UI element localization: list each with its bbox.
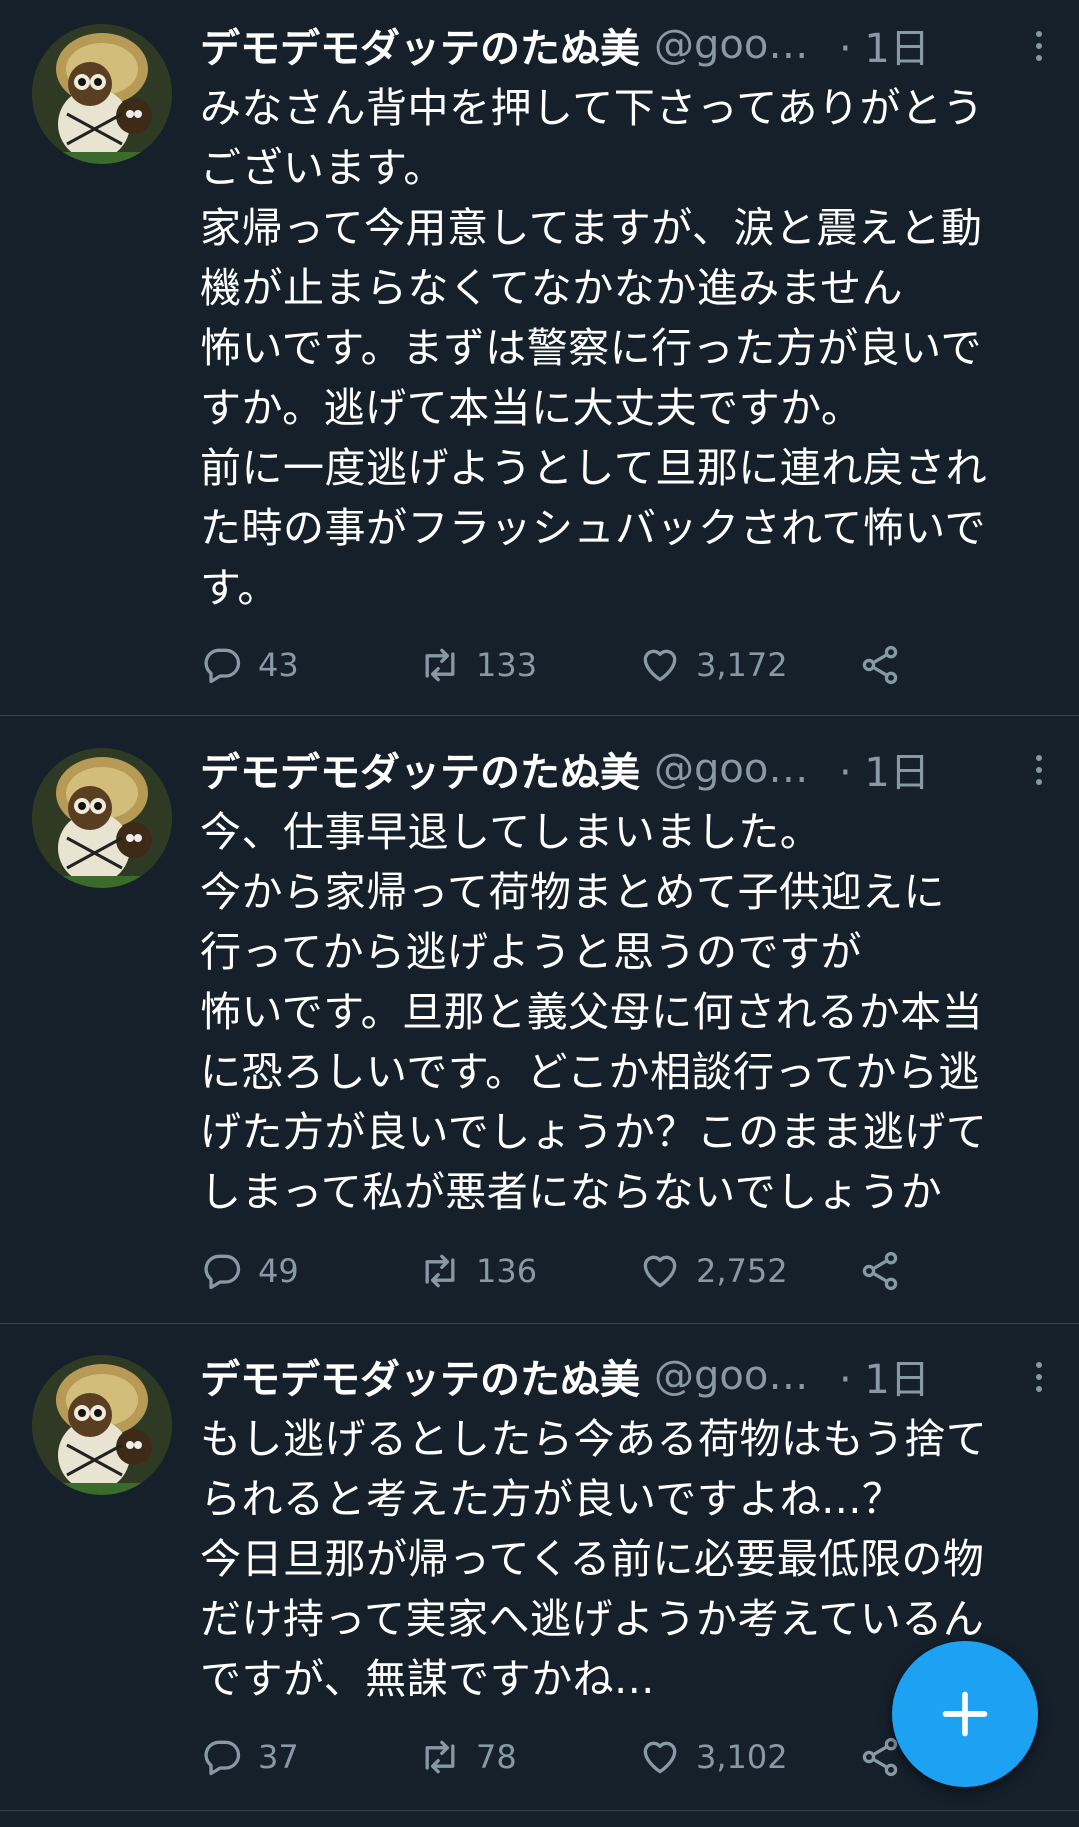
reply-icon	[204, 648, 241, 684]
like-icon	[643, 649, 677, 682]
avatar[interactable]	[32, 24, 172, 164]
reply-count: 37	[258, 1738, 299, 1776]
display-name[interactable]: デモデモダッテのたぬ美	[200, 740, 640, 798]
reply-icon	[204, 1254, 241, 1290]
tweet-text-line: しまって私が悪者にならないでしょうか	[200, 1168, 943, 1216]
retweet-button[interactable]: 133	[418, 643, 537, 687]
like-count: 3,102	[696, 1738, 788, 1776]
tweet-actions: 49 136 2,752	[200, 1241, 920, 1301]
tweet-text: みなさん背中を押して下さってありがとう ございます。 家帰って今用意してますが、…	[200, 78, 1050, 618]
timeline: デモデモダッテのたぬ美 @good... · 1日 みなさん背中を押して下さって…	[0, 0, 1079, 1827]
share-icon	[862, 1251, 898, 1291]
tweet-actions: 43 133 3,172	[200, 635, 920, 695]
tanuki-avatar	[32, 24, 172, 164]
like-button[interactable]: 2,752	[638, 1249, 788, 1293]
timestamp[interactable]: · 1日	[839, 740, 930, 798]
reply-count: 49	[258, 1252, 299, 1290]
tanuki-avatar	[32, 748, 172, 888]
tweet-text-line: 前に一度逃げようとして旦那に連れ戻され	[200, 444, 988, 492]
tweet-text-line: す。	[200, 564, 279, 612]
avatar[interactable]	[32, 748, 172, 888]
reply-button[interactable]: 37	[200, 1735, 299, 1779]
tweet-text: 今、仕事早退してしまいました。 今から家帰って荷物まとめて子供迎えに 行ってから…	[200, 802, 1050, 1222]
compose-plus-icon	[942, 1691, 988, 1737]
share-button[interactable]	[858, 643, 902, 687]
tweet-text-line: に恐ろしいです。どこか相談行ってから逃	[200, 1048, 980, 1096]
reply-count: 43	[258, 646, 299, 684]
like-icon	[643, 1255, 677, 1288]
tweet-text-line: 怖いです。まずは警察に行った方が良いで	[200, 324, 982, 372]
tweet-header: デモデモダッテのたぬ美 @good... · 1日	[200, 1345, 1059, 1407]
tweet-text-line: 今日旦那が帰ってくる前に必要最低限の物	[200, 1535, 985, 1583]
display-name[interactable]: デモデモダッテのたぬ美	[200, 16, 640, 74]
retweet-count: 78	[476, 1738, 517, 1776]
display-name[interactable]: デモデモダッテのたぬ美	[200, 1347, 640, 1405]
user-handle[interactable]: @good...	[654, 1353, 829, 1399]
retweet-icon	[425, 1254, 455, 1288]
timestamp[interactable]: · 1日	[839, 16, 930, 74]
like-button[interactable]: 3,172	[638, 643, 788, 687]
avatar[interactable]	[32, 1355, 172, 1495]
tweet-text-line: 怖いです。旦那と義父母に何されるか本当	[200, 988, 984, 1036]
more-vertical-icon[interactable]	[1019, 750, 1059, 790]
tweet-text-line: げた方が良いでしょうか？このまま逃げて	[200, 1108, 988, 1156]
tweet-header: デモデモダッテのたぬ美 @good... · 1日	[200, 738, 1059, 800]
tweet[interactable]: デモデモダッテのたぬ美 @good... · 1日 今、仕事早退してしまいました…	[0, 724, 1079, 1324]
tweet-text-line: 今、仕事早退してしまいました。	[200, 808, 822, 856]
tweet-text-line: た時の事がフラッシュバックされて怖いで	[200, 504, 987, 552]
retweet-count: 133	[476, 646, 538, 684]
tweet-text-line: られると考えた方が良いですよね...？	[200, 1475, 904, 1523]
like-count: 2,752	[696, 1252, 788, 1290]
tweet-text-line: 今から家帰って荷物まとめて子供迎えに	[200, 868, 945, 916]
tweet-actions: 37 78 3,102	[200, 1727, 920, 1787]
tweet-text-line: もし逃げるとしたら今ある荷物はもう捨て	[200, 1415, 988, 1463]
like-icon	[643, 1741, 677, 1774]
tweet-text-line: だけ持って実家へ逃げようか考えているん	[200, 1595, 985, 1643]
share-button[interactable]	[858, 1735, 902, 1779]
retweet-button[interactable]: 78	[418, 1735, 517, 1779]
tweet-text-line: 機が止まらなくてなかなか進みません	[200, 264, 904, 312]
tweet-text-line: すか。逃げて本当に大丈夫ですか。	[200, 384, 863, 432]
reply-icon	[204, 1740, 241, 1776]
tweet-text-line: 行ってから逃げようと思うのですが	[200, 928, 862, 976]
share-button[interactable]	[858, 1249, 902, 1293]
tanuki-avatar	[32, 1355, 172, 1495]
compose-tweet-button[interactable]	[892, 1641, 1038, 1787]
retweet-icon	[425, 1740, 455, 1774]
user-handle[interactable]: @good...	[654, 22, 829, 68]
retweet-button[interactable]: 136	[418, 1249, 537, 1293]
retweet-icon	[425, 648, 455, 682]
more-vertical-icon[interactable]	[1019, 1357, 1059, 1397]
tweet-text-line: ございます。	[200, 144, 445, 192]
reply-button[interactable]: 49	[200, 1249, 299, 1293]
tweet-header: デモデモダッテのたぬ美 @good... · 1日	[200, 14, 1059, 76]
tweet[interactable]: デモデモダッテのたぬ美 @good... · 1日 みなさん背中を押して下さって…	[0, 0, 1079, 716]
like-count: 3,172	[696, 646, 788, 684]
like-button[interactable]: 3,102	[638, 1735, 788, 1779]
tweet-text-line: 家帰って今用意してますが、涙と震えと動	[200, 204, 983, 252]
user-handle[interactable]: @good...	[654, 746, 829, 792]
share-icon	[862, 645, 898, 685]
reply-button[interactable]: 43	[200, 643, 299, 687]
timestamp[interactable]: · 1日	[839, 1347, 930, 1405]
retweet-count: 136	[476, 1252, 538, 1290]
tweet-text-line: みなさん背中を押して下さってありがとう	[200, 84, 984, 132]
more-vertical-icon[interactable]	[1019, 26, 1059, 66]
share-icon	[862, 1737, 898, 1777]
